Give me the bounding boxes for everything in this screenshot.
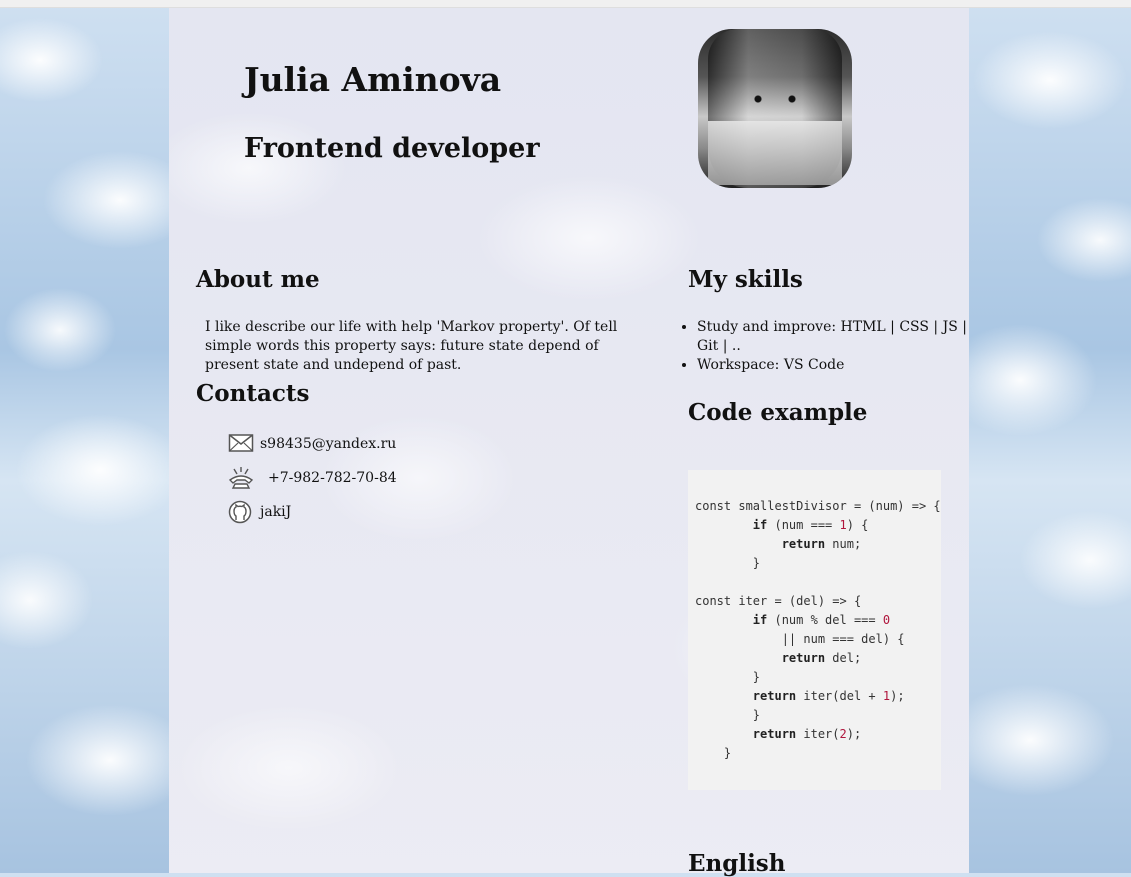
contact-email[interactable]: s98435@yandex.ru [228,432,396,456]
code-line: return iter(2); [752,727,862,741]
contacts-heading: Contacts [196,380,310,407]
skills-list: Study and improve: HTML | CSS | JS | Git… [680,318,967,375]
code-line: return del; [781,651,862,665]
portrait-photo-icon [698,29,852,188]
mail-icon [228,432,254,456]
code-line: const smallestDivisor = (num) => { [695,499,941,513]
skill-item: Workspace: VS Code [697,356,967,375]
about-text: I like describe our life with help 'Mark… [205,319,618,373]
skills-heading: My skills [688,266,803,293]
github-icon [228,500,254,524]
code-line: return iter(del + 1); [752,689,905,703]
browser-top-edge [0,0,1131,8]
code-example-block: const smallestDivisor = (num) => { if (n… [688,470,941,790]
code-line: if (num % del === 0 [752,613,891,627]
code-line: } [695,746,732,760]
code-line: const iter = (del) => { [695,594,862,608]
code-line: || num === del) { [695,632,905,646]
code-line: if (num === 1) { [752,518,869,532]
role-heading: Frontend developer [244,133,540,164]
contact-phone[interactable]: +7-982-782-70-84 [228,466,397,490]
code-line: } [695,556,761,570]
contact-email-text[interactable]: s98435@yandex.ru [260,436,396,452]
contact-github-text[interactable]: jakiJ [260,504,291,520]
contact-phone-text[interactable]: +7-982-782-70-84 [268,470,397,486]
name-heading: Julia Aminova [244,60,502,99]
code-line: } [695,708,761,722]
code-line: return num; [781,537,862,551]
eyes-shape [750,95,800,103]
code-line: } [695,670,761,684]
phone-icon [228,466,254,490]
about-heading: About me [196,266,320,293]
skill-item: Study and improve: HTML | CSS | JS | Git… [697,318,967,356]
water-shape [708,121,842,185]
contact-github[interactable]: jakiJ [228,500,291,524]
code-example-heading: Code example [688,399,868,426]
